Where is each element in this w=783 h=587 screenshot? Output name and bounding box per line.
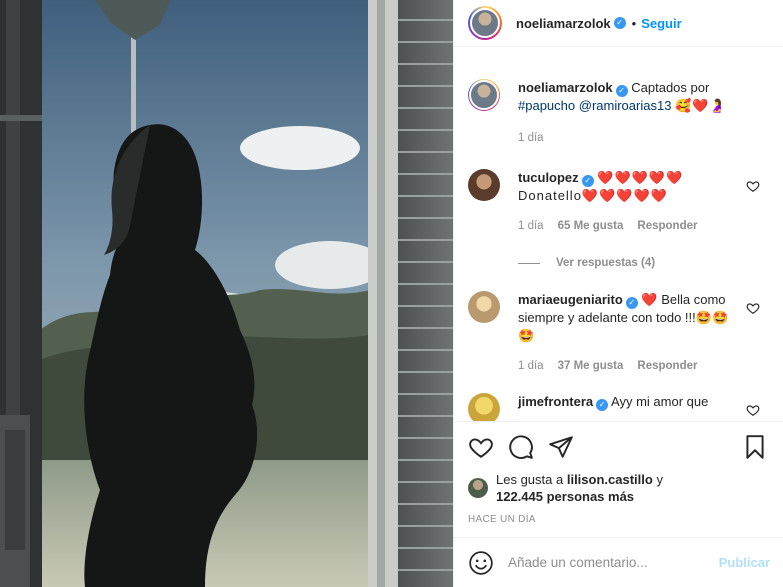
comment-time[interactable]: 1 día xyxy=(518,357,544,375)
save-bookmark-icon[interactable] xyxy=(742,434,768,460)
likes-count[interactable]: 122.445 personas más xyxy=(496,489,634,504)
verified-badge-icon: ✓ xyxy=(615,85,628,97)
comment-time[interactable]: 1 día xyxy=(518,217,544,235)
share-send-icon[interactable] xyxy=(548,434,574,460)
comment: tuculopez ✓ ❤️❤️❤️❤️❤️ Donatello❤️❤️❤️❤️❤… xyxy=(468,169,770,235)
comment: jimefrontera ✓ Ayy mi amor que xyxy=(468,393,770,421)
view-replies-button[interactable]: Ver respuestas (4) xyxy=(518,257,770,269)
avatar-image xyxy=(469,80,499,110)
author-avatar[interactable] xyxy=(468,6,502,40)
separator-dot: • xyxy=(631,15,637,31)
liker-avatar[interactable] xyxy=(468,478,488,498)
comment-username[interactable]: jimefrontera xyxy=(518,394,593,409)
comment-meta: 1 día 37 Me gusta Responder xyxy=(518,357,744,375)
liker-username[interactable]: lilison.castillo xyxy=(567,472,653,487)
comment-likes[interactable]: 65 Me gusta xyxy=(558,217,624,235)
reply-button[interactable]: Responder xyxy=(637,217,697,235)
likes-text: Les gusta a lilison.castillo y 122.445 p… xyxy=(496,471,663,505)
post-photo[interactable] xyxy=(0,0,453,587)
publish-button[interactable]: Publicar xyxy=(719,555,770,570)
avatar-image xyxy=(470,8,500,38)
follow-button[interactable]: Seguir xyxy=(641,16,681,31)
comment-text-line2: Donatello❤️❤️❤️❤️❤️ xyxy=(518,188,668,203)
comment-like-heart-icon[interactable] xyxy=(746,403,760,417)
comment-composer: Publicar xyxy=(454,537,783,587)
caption-emojis: 🥰❤️🤰 xyxy=(675,98,727,113)
comment: mariaeugeniarito ✓ ❤️ Bella como siempre … xyxy=(468,291,770,375)
caption-avatar[interactable] xyxy=(468,79,500,111)
caption-text: Captados por xyxy=(631,80,710,95)
caption-time[interactable]: 1 día xyxy=(518,129,544,147)
verified-badge-icon: ✓ xyxy=(625,297,638,309)
caption-mention[interactable]: @ramiroarias13 xyxy=(579,98,672,113)
comment-avatar[interactable] xyxy=(468,169,500,201)
likes-summary: Les gusta a lilison.castillo y 122.445 p… xyxy=(468,471,768,505)
emoji-smile-icon[interactable] xyxy=(468,550,494,576)
author-username[interactable]: noeliamarzolok xyxy=(516,16,611,31)
comment-text: Ayy mi amor que xyxy=(611,394,709,409)
comments-list[interactable]: noeliamarzolok ✓ Captados por #papucho @r… xyxy=(454,48,783,421)
reply-button[interactable]: Responder xyxy=(637,357,697,375)
comment-body: mariaeugeniarito ✓ ❤️ Bella como siempre … xyxy=(518,291,770,375)
comment-username[interactable]: tuculopez xyxy=(518,170,579,185)
verified-badge-icon: ✓ xyxy=(581,175,594,187)
replies-line xyxy=(518,262,540,264)
caption: noeliamarzolok ✓ Captados por #papucho @r… xyxy=(468,79,770,147)
post-side-panel: noeliamarzolok ✓ • Seguir noeliamarzolok… xyxy=(453,0,783,587)
post-header: noeliamarzolok ✓ • Seguir xyxy=(454,0,783,47)
post-actions: Les gusta a lilison.castillo y 122.445 p… xyxy=(454,421,783,537)
comment-username[interactable]: mariaeugeniarito xyxy=(518,292,623,307)
comment-input[interactable] xyxy=(508,555,719,570)
comment-bubble-icon[interactable] xyxy=(508,434,534,460)
likes-conjunction: y xyxy=(656,472,663,487)
comment-avatar[interactable] xyxy=(468,393,500,421)
instagram-post: noeliamarzolok ✓ • Seguir noeliamarzolok… xyxy=(0,0,783,587)
post-photo-illustration xyxy=(0,0,453,587)
comment-body: jimefrontera ✓ Ayy mi amor que xyxy=(518,393,770,421)
verified-badge-icon: ✓ xyxy=(596,399,609,411)
action-bar xyxy=(468,432,768,462)
likes-prefix: Les gusta a xyxy=(496,472,564,487)
comment-body: tuculopez ✓ ❤️❤️❤️❤️❤️ Donatello❤️❤️❤️❤️❤… xyxy=(518,169,770,235)
caption-meta: 1 día xyxy=(518,129,744,147)
comment-avatar[interactable] xyxy=(468,291,500,323)
caption-username[interactable]: noeliamarzolok xyxy=(518,80,613,95)
comment-meta: 1 día 65 Me gusta Responder xyxy=(518,217,744,235)
caption-hashtag[interactable]: #papucho xyxy=(518,98,575,113)
caption-body: noeliamarzolok ✓ Captados por #papucho @r… xyxy=(518,79,770,147)
like-heart-icon[interactable] xyxy=(468,434,494,460)
comment-text: ❤️❤️❤️❤️❤️ xyxy=(597,170,684,185)
verified-badge-icon: ✓ xyxy=(613,17,626,29)
comment-likes[interactable]: 37 Me gusta xyxy=(558,357,624,375)
post-timestamp[interactable]: HACE UN DÍA xyxy=(468,514,768,525)
view-replies-label: Ver respuestas (4) xyxy=(556,257,656,269)
comment-like-heart-icon[interactable] xyxy=(746,301,760,315)
comment-like-heart-icon[interactable] xyxy=(746,179,760,193)
